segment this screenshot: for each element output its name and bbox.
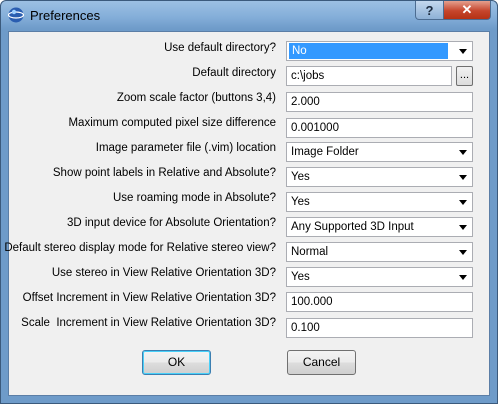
scale-increment-input[interactable]: 0.100 [286, 318, 473, 338]
browse-directory-button[interactable]: ... [456, 66, 473, 86]
preferences-window: Preferences ? ✕ Use default directory? N… [0, 0, 498, 404]
use-default-directory-label: Use default directory? [164, 42, 276, 54]
window-title: Preferences [30, 8, 101, 23]
show-point-labels-select[interactable]: Yes [286, 167, 473, 187]
ok-button[interactable]: OK [142, 350, 211, 375]
offset-increment-value: 100.000 [291, 296, 333, 308]
chevron-down-icon[interactable] [455, 194, 471, 210]
default-directory-label: Default directory [192, 67, 276, 79]
max-pixel-size-input[interactable]: 0.001000 [286, 118, 473, 138]
use-stereo-select[interactable]: Yes [286, 267, 473, 287]
stereo-display-mode-value: Normal [291, 246, 329, 258]
chevron-down-icon[interactable] [455, 269, 471, 285]
zoom-scale-factor-value: 2.000 [291, 96, 320, 108]
title-bar[interactable]: Preferences ? ✕ [1, 1, 497, 31]
chevron-down-icon[interactable] [455, 43, 471, 59]
offset-increment-input[interactable]: 100.000 [286, 292, 473, 312]
input-device-value: Any Supported 3D Input [291, 221, 414, 233]
use-stereo-value: Yes [291, 271, 310, 283]
max-pixel-size-label: Maximum computed pixel size difference [68, 117, 276, 129]
show-point-labels-value: Yes [291, 171, 310, 183]
close-button[interactable]: ✕ [443, 1, 491, 20]
chevron-down-icon[interactable] [455, 244, 471, 260]
chevron-down-icon[interactable] [455, 144, 471, 160]
default-directory-input[interactable]: c:\jobs [286, 66, 452, 86]
cancel-button[interactable]: Cancel [287, 350, 356, 375]
roaming-mode-value: Yes [291, 196, 310, 208]
zoom-scale-factor-label: Zoom scale factor (buttons 3,4) [116, 92, 276, 104]
use-default-directory-select[interactable]: No [286, 41, 473, 61]
help-button[interactable]: ? [415, 1, 444, 20]
image-parameter-location-label: Image parameter file (.vim) location [95, 142, 276, 154]
dialog-body: Use default directory? No Default direct… [4, 31, 490, 396]
input-device-label: 3D input device for Absolute Orientation… [66, 217, 276, 229]
input-device-select[interactable]: Any Supported 3D Input [286, 217, 473, 237]
chevron-down-icon[interactable] [455, 219, 471, 235]
use-default-directory-value: No [289, 43, 448, 59]
offset-increment-label: Offset Increment in View Relative Orient… [22, 292, 276, 304]
app-icon [7, 7, 25, 23]
stereo-display-mode-label: Default stereo display mode for Relative… [4, 242, 276, 254]
image-parameter-location-select[interactable]: Image Folder [286, 142, 473, 162]
roaming-mode-select[interactable]: Yes [286, 192, 473, 212]
max-pixel-size-value: 0.001000 [291, 122, 339, 134]
use-stereo-label: Use stereo in View Relative Orientation … [51, 267, 276, 279]
image-parameter-location-value: Image Folder [291, 146, 359, 158]
roaming-mode-label: Use roaming mode in Absolute? [112, 192, 276, 204]
chevron-down-icon[interactable] [455, 169, 471, 185]
show-point-labels-label: Show point labels in Relative and Absolu… [52, 167, 276, 179]
stereo-display-mode-select[interactable]: Normal [286, 242, 473, 262]
default-directory-value: c:\jobs [291, 70, 325, 82]
scale-increment-label: Scale Increment in View Relative Orienta… [21, 317, 276, 329]
scale-increment-value: 0.100 [291, 322, 320, 334]
zoom-scale-factor-input[interactable]: 2.000 [286, 92, 473, 112]
